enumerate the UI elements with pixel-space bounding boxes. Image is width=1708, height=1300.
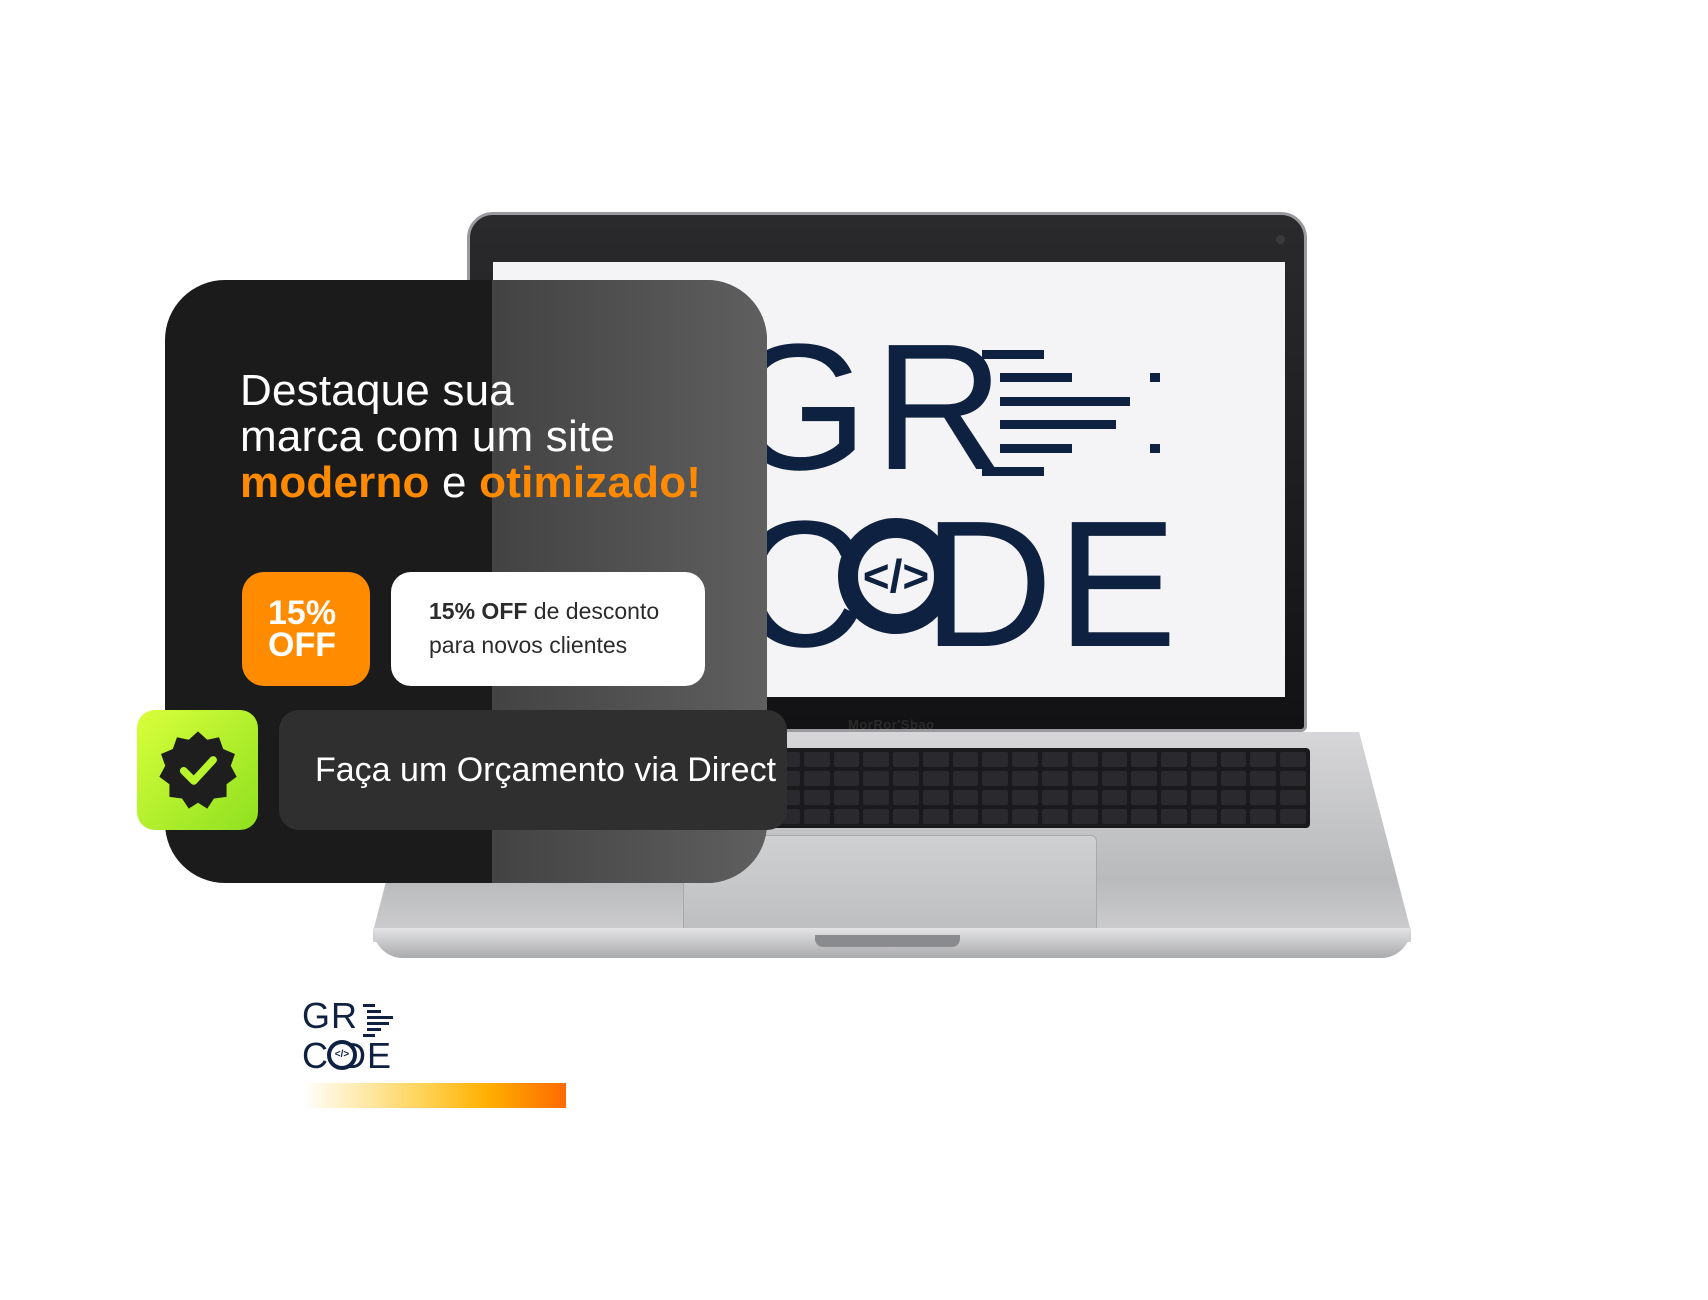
headline-connector: e [429,458,480,507]
discount-badge: 15% OFF [242,572,370,686]
discount-info-bold: 15% OFF [429,598,528,624]
cta-orcamento-button[interactable]: Faça um Orçamento via Direct [279,710,787,830]
discount-badge-off: OFF [268,626,336,664]
headline-line-2: marca com um site [240,414,740,460]
verified-badge-icon [158,731,237,809]
discount-badge-percent: 15% [268,594,337,632]
screen-logo-code: C DE [735,484,1182,685]
footer-logo-gr: GR [302,995,358,1036]
footer-code-symbol-icon: </> [327,1040,357,1070]
footer-gradient-bar [302,1083,566,1108]
headline-text-com-um-site: com um site [363,412,616,461]
headline-word-marca: marca [240,412,364,461]
headline-line-1: Destaque sua [240,366,514,415]
cta-label: Faça um Orçamento via Direct [315,750,777,789]
discount-info-line-2: para novos clientes [429,632,628,658]
discount-info-box: 15% OFF de desconto para novos clientes [391,572,705,686]
verified-badge [137,710,258,830]
headline-line-3: moderno e otimizado! [240,460,740,506]
headline-accent-otimizado: otimizado! [479,458,702,507]
camera-icon [1276,235,1285,244]
laptop-brand-label: MorRor'Sbao [848,717,935,732]
code-symbol-icon: </> [838,518,954,634]
laptop-notch [815,935,960,947]
headline-accent-moderno: moderno [240,458,430,507]
footer-code-symbol-text: </> [334,1049,350,1060]
discount-info-rest: de desconto [527,598,660,624]
keyboard [770,748,1310,828]
discount-info-line-1: 15% OFF de desconto [429,594,705,628]
screen-logo-gr: GR [728,307,1010,508]
headline: Destaque sua marca com um site moderno e… [240,368,740,506]
